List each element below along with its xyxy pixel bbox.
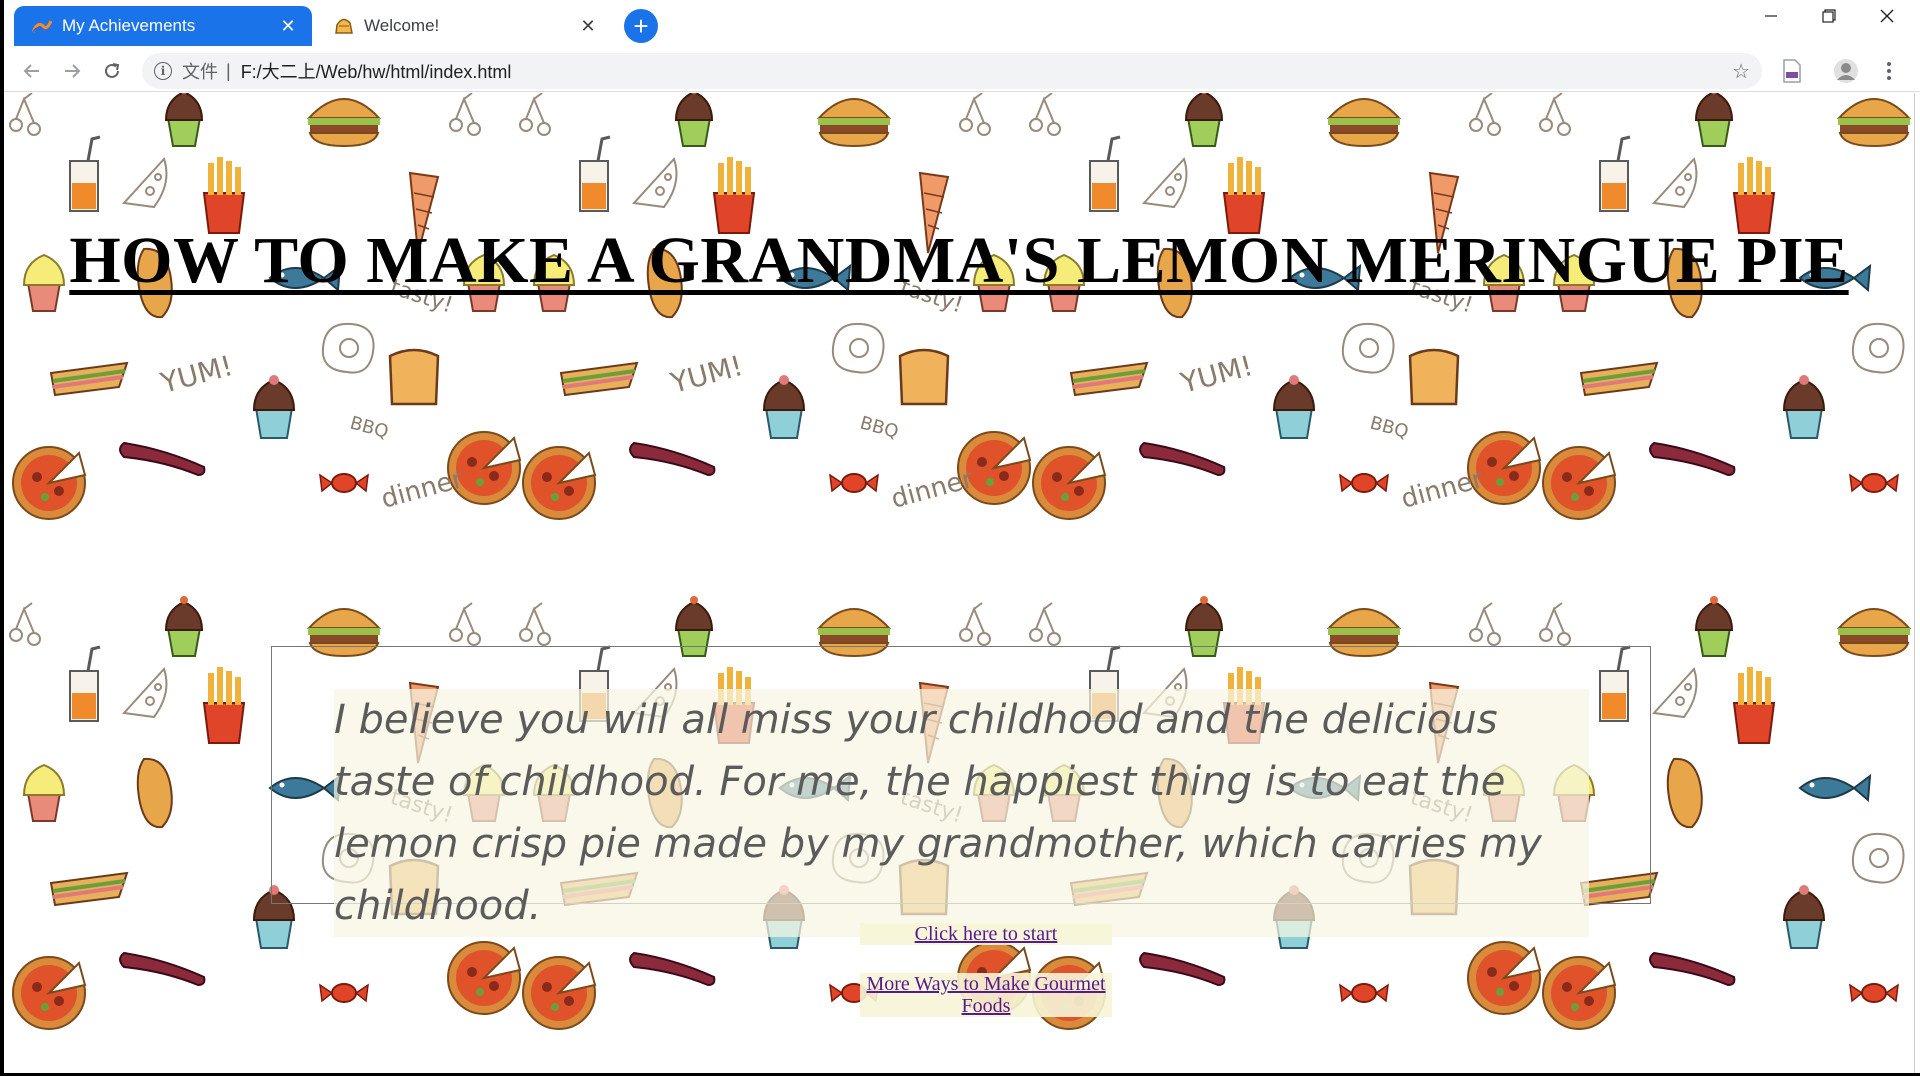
- menu-kebab-icon[interactable]: [1874, 56, 1904, 86]
- pdf-extension-icon[interactable]: [1777, 56, 1807, 86]
- page-viewport: tasty! tasty! tasty! tasty! tasty! tasty…: [4, 93, 1914, 1073]
- tab-title: Welcome!: [364, 16, 440, 35]
- bg-word: BBQ: [858, 413, 901, 443]
- bg-word: BBQ: [348, 413, 391, 443]
- profile-avatar-icon[interactable]: [1831, 56, 1861, 86]
- bg-word: YUM!: [1176, 349, 1256, 400]
- restore-icon[interactable]: [1798, 0, 1860, 32]
- pie-favicon-icon: [334, 16, 354, 36]
- url-text[interactable]: F:/大二上/Web/hw/html/index.html: [241, 58, 512, 84]
- bg-word: YUM!: [666, 349, 746, 400]
- back-arrow-icon[interactable]: [15, 54, 49, 88]
- intro-paragraph: I believe you will all miss your childho…: [334, 689, 1589, 937]
- scrollbar-track[interactable]: [1914, 93, 1920, 1076]
- tab-my-achievements[interactable]: My Achievements ✕: [14, 6, 312, 46]
- bookmark-star-icon[interactable]: ☆: [1732, 59, 1750, 84]
- url-separator: |: [226, 60, 231, 81]
- bg-word: YUM!: [156, 349, 236, 400]
- close-icon[interactable]: ✕: [578, 16, 598, 36]
- minimize-icon[interactable]: [1740, 0, 1802, 32]
- tab-title: My Achievements: [62, 16, 196, 35]
- page-title: HOW TO MAKE A GRANDMA'S LEMON MERINGUE P…: [69, 224, 1849, 297]
- close-icon[interactable]: ✕: [278, 16, 298, 36]
- bg-word: dinner: [1398, 464, 1487, 515]
- forward-arrow-icon[interactable]: [55, 54, 89, 88]
- info-icon[interactable]: i: [154, 62, 172, 80]
- more-foods-link[interactable]: More Ways to Make Gourmet Foods: [866, 973, 1105, 1017]
- start-link[interactable]: Click here to start: [915, 923, 1058, 945]
- intro-box: I believe you will all miss your childho…: [271, 646, 1651, 937]
- new-tab-plus-icon[interactable]: +: [624, 9, 658, 43]
- tab-welcome[interactable]: Welcome! ✕: [316, 6, 612, 46]
- address-bar[interactable]: i 文件 | F:/大二上/Web/hw/html/index.html ☆: [142, 53, 1762, 89]
- bg-word: BBQ: [1368, 413, 1411, 443]
- bg-word: dinner: [888, 464, 977, 515]
- reload-icon[interactable]: [95, 54, 129, 88]
- window-close-icon[interactable]: [1856, 0, 1918, 32]
- start-link-box: Click here to start: [860, 923, 1112, 945]
- window-left-border: [0, 0, 4, 1076]
- more-foods-link-box: More Ways to Make Gourmet Foods: [860, 973, 1112, 1017]
- chart-favicon-icon: [32, 16, 52, 36]
- bg-word: dinner: [378, 464, 467, 515]
- url-scheme-label: 文件: [182, 62, 218, 82]
- tab-strip: My Achievements ✕ Welcome! ✕ +: [0, 0, 1920, 50]
- browser-toolbar: i 文件 | F:/大二上/Web/hw/html/index.html ☆: [0, 50, 1920, 92]
